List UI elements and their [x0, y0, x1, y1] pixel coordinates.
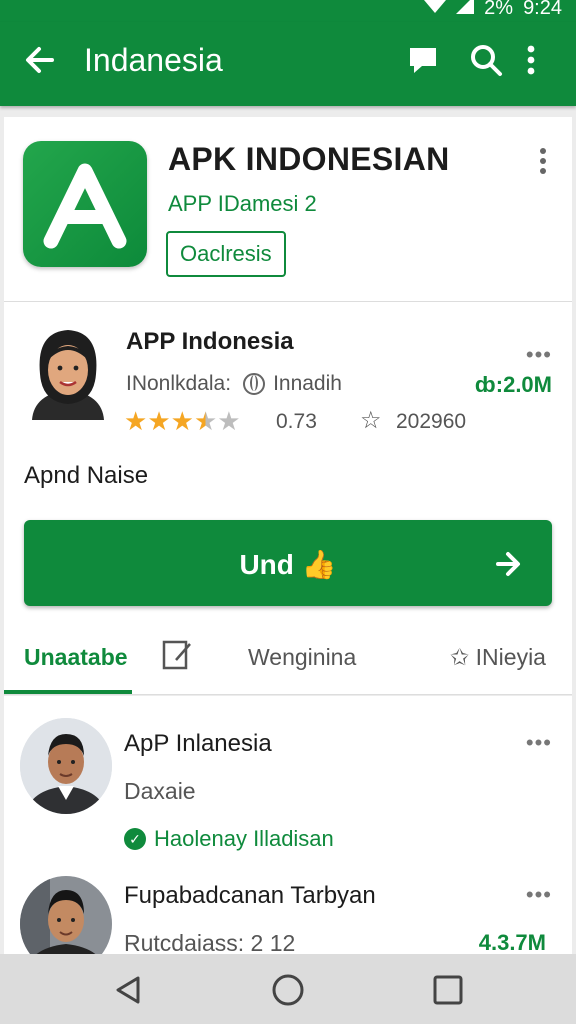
- more-options-icon[interactable]: •••: [526, 882, 552, 908]
- star-full-icon: ★: [147, 406, 171, 436]
- star-full-icon: ★: [124, 406, 148, 436]
- more-options-icon[interactable]: [538, 147, 548, 175]
- status-bar: 2% 9:24: [0, 0, 576, 22]
- rating-value: 0.73: [276, 410, 317, 433]
- tab-overview[interactable]: Unaatabe: [24, 644, 128, 671]
- install-button[interactable]: Und 👍: [24, 520, 552, 606]
- active-tab-indicator: [4, 690, 132, 694]
- app-subtitle[interactable]: APP IDamesi 2: [168, 191, 317, 217]
- battery-level: 2%: [484, 0, 514, 19]
- status-time: 9:24: [523, 0, 562, 19]
- developer-meta: INonlkdala: Innadih: [126, 372, 342, 396]
- chat-icon[interactable]: [406, 42, 442, 78]
- app-category-badge[interactable]: Oaclresis: [166, 231, 286, 277]
- avatar: [20, 718, 112, 814]
- developer-location: Innadih: [273, 372, 342, 395]
- app-name: APK INDONESIAN: [168, 141, 450, 177]
- system-nav-bar: [0, 954, 576, 1024]
- install-button-label: Und: [239, 549, 294, 580]
- star-rating: ★★★★★: [124, 406, 241, 437]
- app-size: ȸ:2.0M: [474, 372, 552, 397]
- nav-back-icon[interactable]: [110, 972, 146, 1008]
- edit-note-icon[interactable]: [162, 638, 194, 672]
- arrow-right-icon: [496, 550, 522, 578]
- developer-label: INonlkdala:: [126, 372, 232, 395]
- nav-home-icon[interactable]: [270, 972, 306, 1008]
- list-item-subtitle: Rutcdaiass: 2 12: [124, 930, 296, 954]
- nav-recents-icon[interactable]: [430, 972, 466, 1008]
- app-detail-card: APP Indonesia ••• INonlkdala: Innadih ȸ:…: [4, 302, 572, 695]
- star-full-icon: ★: [170, 406, 194, 436]
- list-item-title: Fupabadcanan Tarbyan: [124, 882, 376, 909]
- star-outline-icon: ☆: [360, 407, 382, 434]
- signal-icon: [456, 0, 475, 20]
- developer-name[interactable]: APP Indonesia: [126, 328, 294, 356]
- list-item-tag: ✓ Haolenay Illadisan: [124, 826, 334, 852]
- app-description: Apnd Naise: [24, 462, 149, 489]
- tab-related[interactable]: ✩ INieyia: [450, 644, 546, 671]
- list-item-size: 4.3.7M: [478, 930, 546, 954]
- list-item-subtitle: Daxaie: [124, 778, 196, 804]
- search-icon[interactable]: [468, 42, 504, 78]
- avatar: [20, 876, 112, 954]
- back-arrow-icon[interactable]: [22, 42, 58, 78]
- app-header-card: APK INDONESIAN APP IDamesi 2 Oaclresis: [4, 117, 572, 302]
- wifi-icon: [424, 0, 447, 20]
- developer-avatar[interactable]: [24, 324, 112, 420]
- app-bar: Indanesia: [0, 22, 576, 106]
- check-circle-icon: ✓: [124, 828, 146, 850]
- tab-related-label: INieyia: [475, 644, 546, 670]
- globe-icon: [243, 373, 266, 395]
- related-list: ApP Inlanesia ••• Daxaie ✓ Haolenay Illa…: [4, 696, 572, 954]
- tab-bar: Unaatabe Wenginina ✩ INieyia: [4, 618, 572, 695]
- page-title: Indanesia: [84, 42, 223, 78]
- more-options-icon[interactable]: •••: [526, 730, 552, 756]
- list-item-title: ApP Inlanesia: [124, 730, 272, 757]
- star-empty-icon: ★: [217, 406, 241, 436]
- download-count: 202960: [396, 410, 467, 433]
- list-item-tag-label: Haolenay Illadisan: [154, 826, 334, 851]
- overflow-menu-icon[interactable]: [524, 42, 538, 78]
- tab-reviews[interactable]: Wenginina: [248, 644, 356, 671]
- app-logo-icon[interactable]: [23, 141, 147, 267]
- thumbs-up-icon: 👍: [301, 549, 337, 580]
- more-options-icon[interactable]: •••: [526, 342, 552, 368]
- star-half-icon: ★: [193, 406, 218, 436]
